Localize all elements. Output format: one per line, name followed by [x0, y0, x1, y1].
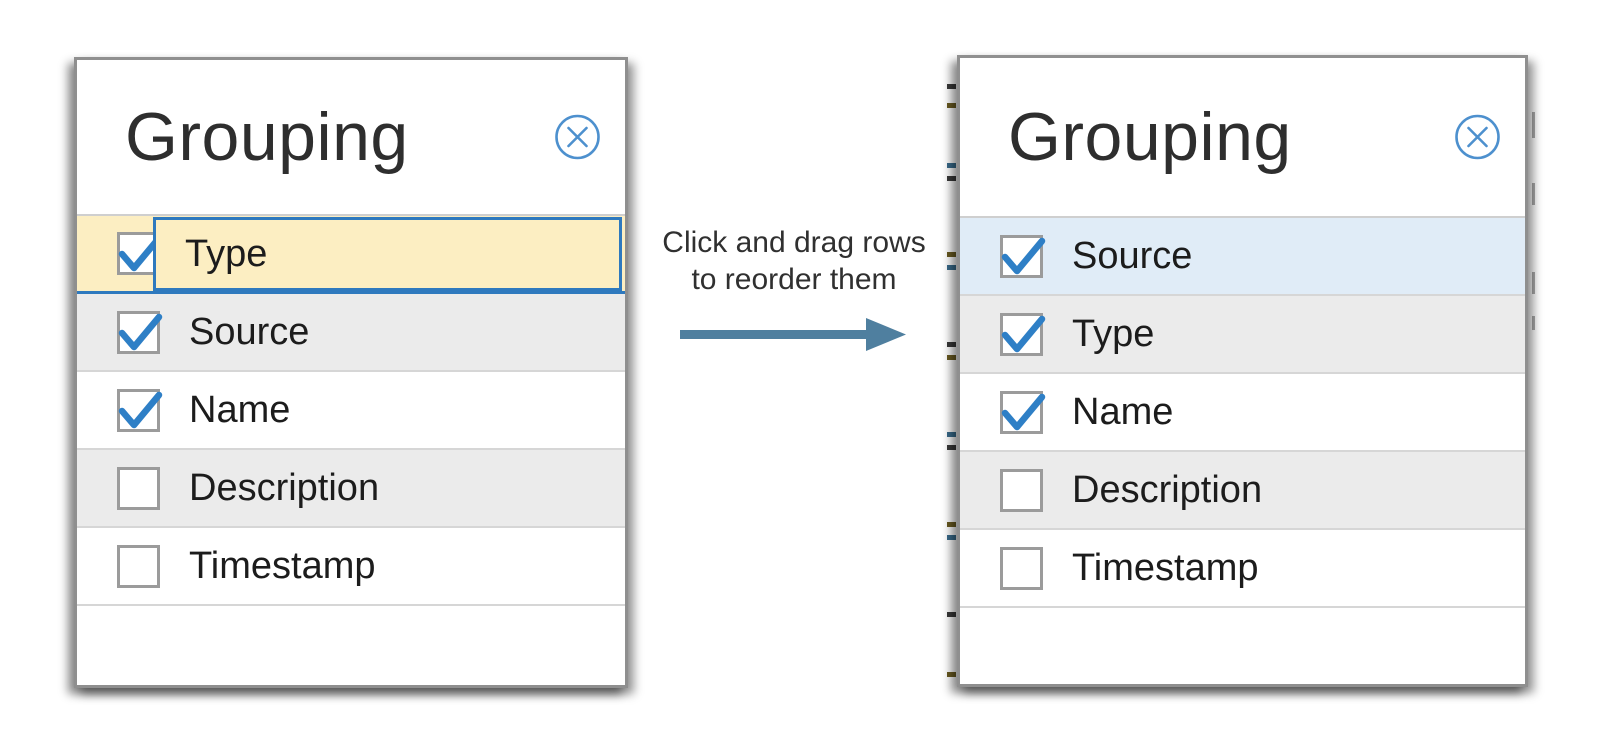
grouping-row-type[interactable]: Type [960, 296, 1525, 374]
checkmark-icon [117, 387, 163, 433]
checkbox[interactable] [1000, 547, 1043, 590]
background-artifact [947, 612, 956, 617]
grouping-dialog-after: Grouping Source [957, 55, 1528, 687]
checkbox[interactable] [117, 311, 160, 354]
close-button[interactable] [1454, 114, 1501, 161]
row-label: Name [1072, 391, 1173, 434]
grouping-row-source[interactable]: Source [960, 218, 1525, 296]
grouping-row-type[interactable]: Type [77, 216, 625, 294]
background-artifact [947, 355, 956, 360]
grouping-row-name[interactable]: Name [960, 374, 1525, 452]
background-artifact [1532, 183, 1535, 205]
dialog-title: Grouping [1008, 98, 1292, 176]
checkmark-icon [1000, 311, 1046, 357]
empty-row-area [77, 606, 625, 685]
close-button[interactable] [554, 114, 601, 161]
grouping-row-source[interactable]: Source [77, 294, 625, 372]
background-artifact [1532, 272, 1535, 294]
grouping-dialog-before: Grouping Type [74, 57, 628, 688]
checkbox[interactable] [1000, 235, 1043, 278]
background-artifact [1532, 112, 1535, 138]
grouping-row-description[interactable]: Description [960, 452, 1525, 530]
instruction-annotation: Click and drag rows to reorder them [628, 224, 960, 354]
background-artifact [947, 103, 956, 108]
instruction-line-2: to reorder them [628, 261, 960, 298]
checkbox[interactable] [117, 467, 160, 510]
checkmark-icon [1000, 389, 1046, 435]
grouping-row-timestamp[interactable]: Timestamp [77, 528, 625, 606]
row-label: Timestamp [189, 545, 376, 588]
checkbox[interactable] [1000, 313, 1043, 356]
background-artifact [947, 535, 956, 540]
checkbox[interactable] [1000, 469, 1043, 512]
checkmark-icon [117, 309, 163, 355]
dialog-header: Grouping [960, 58, 1525, 218]
row-label: Name [189, 389, 290, 432]
checkbox[interactable] [117, 389, 160, 432]
instruction-line-1: Click and drag rows [628, 224, 960, 261]
circle-x-icon [1454, 114, 1501, 161]
dialog-header: Grouping [77, 60, 625, 216]
row-label: Type [1072, 313, 1154, 356]
row-label: Source [189, 311, 309, 354]
checkmark-icon [1000, 233, 1046, 279]
circle-x-icon [554, 114, 601, 161]
background-artifact [947, 432, 956, 437]
background-artifact [947, 445, 956, 450]
checkbox[interactable] [117, 545, 160, 588]
screenshot-canvas: Grouping Type [0, 0, 1606, 750]
row-label: Source [1072, 235, 1192, 278]
dialog-title: Grouping [125, 98, 409, 176]
row-label: Timestamp [1072, 547, 1259, 590]
background-artifact [947, 163, 956, 168]
grouping-row-description[interactable]: Description [77, 450, 625, 528]
right-arrow-icon [678, 314, 910, 354]
drag-item-box[interactable]: Type [153, 217, 622, 291]
grouping-row-name[interactable]: Name [77, 372, 625, 450]
background-artifact [1532, 316, 1535, 330]
row-label: Description [1072, 469, 1262, 512]
empty-row-area [960, 608, 1525, 684]
grouping-row-timestamp[interactable]: Timestamp [960, 530, 1525, 608]
row-label: Description [189, 467, 379, 510]
background-artifact [947, 176, 956, 181]
row-label: Type [185, 233, 267, 276]
background-artifact [947, 84, 956, 89]
checkbox[interactable] [1000, 391, 1043, 434]
background-artifact [947, 522, 956, 527]
background-artifact [947, 672, 956, 677]
